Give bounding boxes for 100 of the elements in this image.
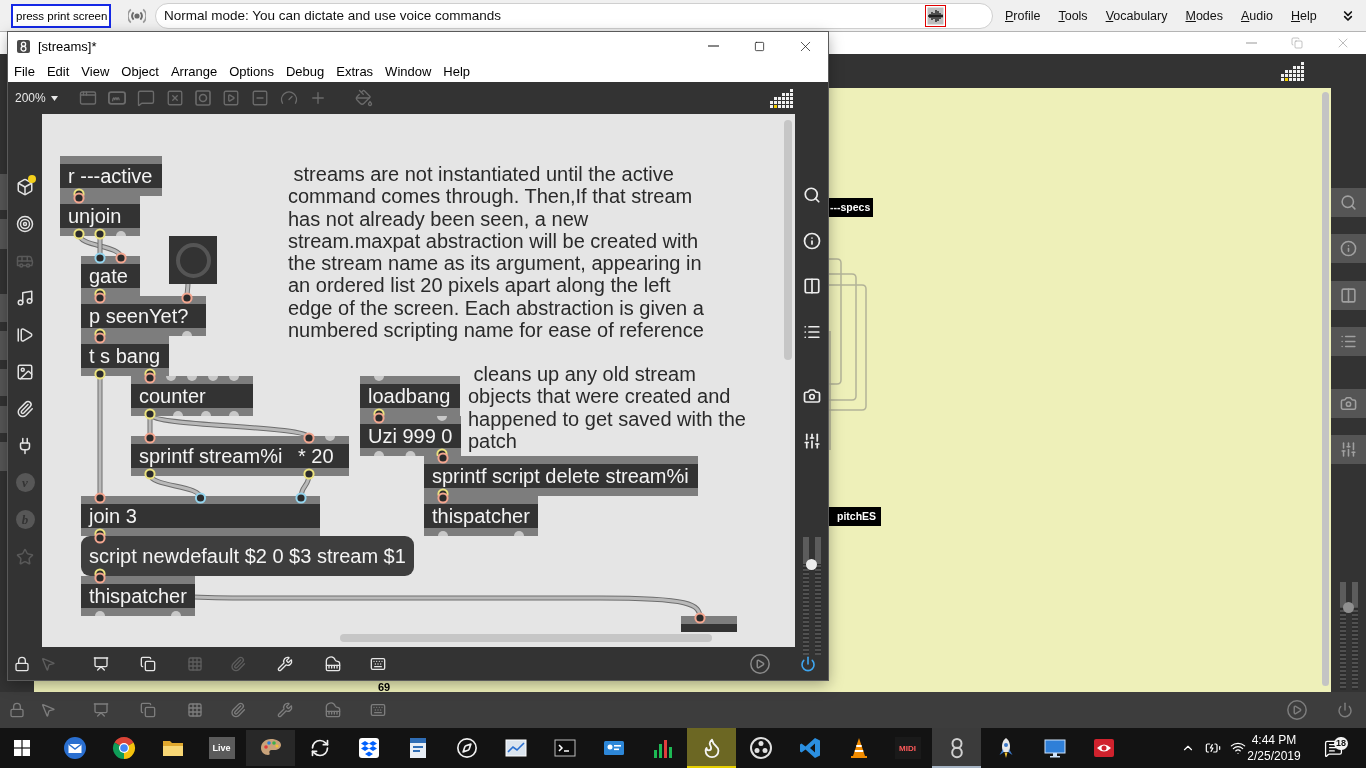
search-icon[interactable] [802, 186, 821, 204]
clock-time[interactable]: 4:44 PM [1251, 732, 1297, 748]
sliders-icon[interactable] [1340, 441, 1357, 458]
patch-object: pitchES [828, 507, 881, 526]
camera-icon[interactable] [802, 387, 821, 405]
menu-item[interactable]: View [75, 63, 116, 79]
menu-item[interactable]: Help [437, 63, 477, 79]
zoom-menu[interactable]: 200% [15, 91, 61, 105]
object-text: r ---active [68, 164, 154, 188]
waveform-icon[interactable] [925, 4, 946, 27]
restore-icon [1291, 37, 1303, 49]
start-icon [14, 740, 30, 756]
menu-item[interactable]: Options [223, 63, 280, 79]
overlapping-squares-icon[interactable] [140, 655, 156, 672]
object-text: gate [89, 264, 129, 288]
ring-logo-icon [111, 736, 136, 760]
list-icon[interactable] [802, 323, 821, 341]
circle-square-icon[interactable] [195, 90, 211, 106]
refresh-icon [309, 738, 330, 758]
menu-item[interactable]: Help [1291, 8, 1317, 23]
message-box-icon[interactable] [108, 91, 126, 105]
menu-item[interactable]: Extras [330, 63, 380, 79]
ring-icon [175, 242, 211, 278]
menu-item[interactable]: Tools [1058, 8, 1088, 23]
menu-item[interactable]: Profile [1005, 8, 1041, 23]
power-icon[interactable] [800, 655, 816, 672]
object-text: p seenYet? [89, 304, 190, 328]
paperclip-icon[interactable] [230, 702, 246, 718]
notification-count: 18 [1334, 737, 1348, 750]
keyboard-icon[interactable] [370, 655, 386, 672]
menu-item[interactable]: Debug [279, 63, 331, 79]
taskbar-button[interactable] [932, 728, 981, 768]
dot-grid-icon[interactable] [770, 88, 793, 108]
envelope-icon [62, 736, 87, 760]
minus-square-icon[interactable] [251, 89, 269, 107]
patch-object: ---specs [828, 198, 873, 217]
x-square-icon[interactable] [166, 89, 184, 107]
menu-item[interactable]: Object [115, 63, 165, 79]
clock-date[interactable]: 2/25/2019 [1247, 748, 1301, 764]
object-text: Uzi 999 0 [368, 424, 453, 448]
menu-item[interactable]: Window [379, 63, 438, 79]
menu-item[interactable]: Modes [1185, 8, 1223, 23]
sidebar-tile[interactable] [0, 442, 8, 471]
object-text: sprintf script delete stream%i [432, 464, 690, 488]
power-icon[interactable] [1337, 702, 1353, 718]
menu-item[interactable]: Vocabulary [1105, 8, 1168, 23]
play-circle-icon[interactable] [749, 652, 771, 675]
sidebar-tile[interactable] [0, 219, 8, 249]
slider-knob[interactable] [1343, 601, 1354, 613]
minimize-icon [1245, 42, 1257, 44]
gain-slider[interactable] [802, 537, 821, 655]
menu-item[interactable]: Edit [40, 63, 76, 79]
image-icon[interactable] [16, 362, 34, 381]
sidebar-tile[interactable] [0, 369, 8, 396]
dot-grid-icon[interactable] [1281, 61, 1304, 81]
wifi-icon[interactable] [1230, 740, 1246, 756]
object-text: unjoin [68, 204, 123, 228]
three-dot-ring-icon [748, 736, 773, 760]
taskbar-button[interactable]: MIDI [883, 728, 932, 768]
presentation-icon[interactable] [93, 655, 109, 672]
chart-window-icon [503, 736, 528, 760]
menu-item[interactable]: File [8, 63, 41, 79]
menu-item[interactable]: Arrange [164, 63, 224, 79]
play-square-icon[interactable] [222, 89, 240, 107]
broadcast-icon[interactable] [128, 7, 146, 24]
cube-icon[interactable] [16, 177, 34, 196]
gauge-icon[interactable] [280, 89, 298, 107]
lock-icon[interactable] [14, 655, 30, 672]
terminal-icon [552, 736, 577, 760]
object-box-icon[interactable] [79, 89, 97, 107]
eye-tile-icon [1091, 736, 1116, 760]
taskbar-button[interactable]: Live [197, 728, 246, 768]
play-circle-icon[interactable] [1286, 699, 1308, 721]
ribbon-icon [797, 736, 822, 760]
mode-field[interactable]: Normal mode: You can dictate and use voice commands [155, 2, 993, 29]
sidebar-tile[interactable] [0, 331, 8, 360]
sidebar-tile[interactable] [0, 294, 8, 322]
minimize-icon [707, 45, 719, 47]
grid-icon[interactable] [187, 702, 203, 718]
scrollbar[interactable] [784, 120, 792, 360]
pointer-icon[interactable] [40, 702, 56, 718]
object-text: counter [139, 384, 207, 408]
scrollbar[interactable] [340, 634, 712, 642]
scrollbar[interactable] [1322, 92, 1329, 686]
battery-icon[interactable] [1205, 740, 1221, 756]
comment-text: cleans up any old stream objects that were created and happened to get saved with the patch [468, 363, 747, 453]
step-forward-icon[interactable] [16, 325, 34, 344]
speech-bubble-icon[interactable] [137, 89, 155, 107]
slider-knob[interactable] [806, 558, 817, 570]
target-icon[interactable] [16, 214, 34, 233]
monitor-icon [1042, 736, 1067, 760]
object-text: thispatcher [432, 504, 530, 528]
compass-icon [455, 737, 478, 759]
gain-slider[interactable] [1339, 582, 1358, 690]
paint-bucket-icon[interactable] [355, 89, 373, 107]
menu-item[interactable]: Audio [1241, 8, 1273, 23]
sidebar-tile[interactable] [0, 406, 8, 433]
sliders-icon[interactable] [802, 432, 821, 450]
music-note-icon[interactable] [16, 288, 34, 307]
sidebar-tile[interactable] [0, 174, 8, 210]
